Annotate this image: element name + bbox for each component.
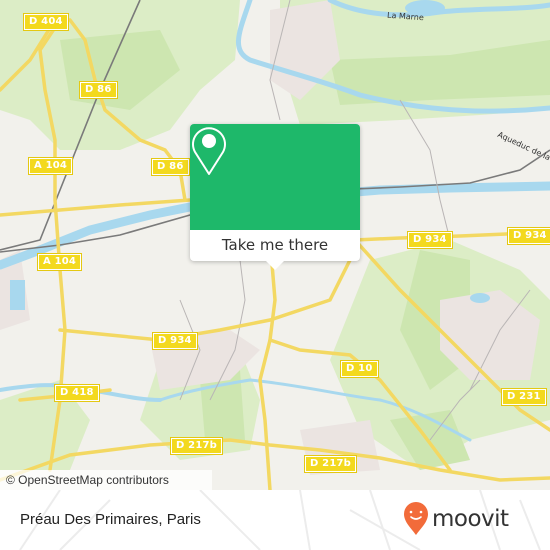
road-label-d934: D 934 <box>152 332 198 350</box>
map-view[interactable]: D 404 D 86 A 104 D 86 A 104 D 934 D 934 … <box>0 0 550 490</box>
road-label-d418: D 418 <box>54 384 100 402</box>
take-me-there-button[interactable]: Take me there <box>190 230 360 261</box>
road-label-d404: D 404 <box>23 13 69 31</box>
road-label-d86: D 86 <box>151 158 190 176</box>
moovit-pin-icon <box>404 502 428 535</box>
place-name: Préau Des Primaires, Paris <box>20 511 201 528</box>
popup-pointer <box>266 261 284 270</box>
road-label-d86: D 86 <box>79 81 118 99</box>
road-label-a104: A 104 <box>36 253 83 271</box>
map-attribution[interactable]: © OpenStreetMap contributors <box>0 470 212 490</box>
road-label-d217b: D 217b <box>303 455 358 473</box>
road-label-a104: A 104 <box>27 157 74 175</box>
road-label-d934: D 934 <box>407 231 453 249</box>
popup-header <box>190 124 360 230</box>
road-label-d217b: D 217b <box>169 437 224 455</box>
location-popup: Take me there <box>190 124 360 270</box>
map-pin-icon <box>192 127 226 175</box>
footer-bar: Préau Des Primaires, Paris moovit <box>0 490 550 550</box>
road-label-d231: D 231 <box>501 388 547 406</box>
moovit-logo[interactable]: moovit <box>403 502 509 536</box>
moovit-wordmark: moovit <box>432 506 509 532</box>
road-label-d934: D 934 <box>507 227 550 245</box>
road-label-d10: D 10 <box>340 360 379 378</box>
